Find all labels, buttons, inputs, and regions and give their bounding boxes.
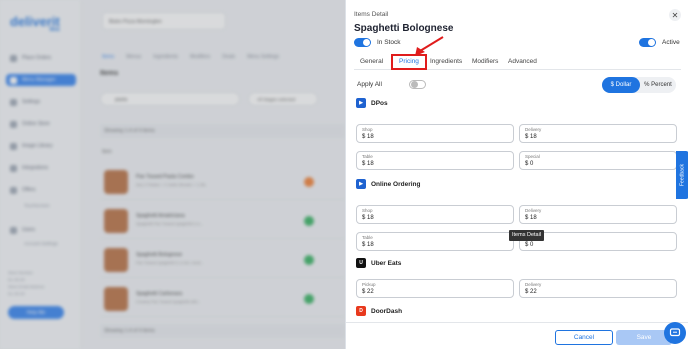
tab-general[interactable]: General [360, 58, 383, 65]
online-delivery-field[interactable]: Delivery $ 18 [519, 205, 677, 224]
apply-all-label: Apply All [357, 81, 382, 88]
chat-button[interactable] [664, 322, 686, 344]
section-online-ordering: ▶ Online Ordering [356, 179, 420, 189]
uber-eats-icon: U [356, 258, 366, 268]
chat-icon [669, 328, 681, 337]
tab-modifiers[interactable]: Modifiers [472, 58, 498, 65]
dpos-shop-field[interactable]: Shop $ 18 [356, 124, 514, 143]
item-title: Spaghetti Bolognese [354, 23, 454, 34]
dpos-icon: ▶ [356, 98, 366, 108]
modal-backdrop[interactable] [0, 0, 345, 349]
item-detail-drawer: Items Detail Spaghetti Bolognese ✕ In St… [345, 0, 688, 349]
uber-pickup-field[interactable]: Pickup $ 22 [356, 279, 514, 298]
in-stock-toggle[interactable] [354, 38, 371, 47]
online-ordering-icon: ▶ [356, 179, 366, 189]
close-icon: ✕ [671, 10, 679, 20]
dpos-table-field[interactable]: Table $ 18 [356, 151, 514, 170]
dollar-option[interactable]: $ Dollar [602, 77, 640, 93]
section-doordash: D DoorDash [356, 306, 402, 316]
tooltip: Items Detail [509, 230, 545, 241]
active-toggle[interactable] [639, 38, 656, 47]
tab-advanced[interactable]: Advanced [508, 58, 537, 65]
tab-ingredients[interactable]: Ingredients [430, 58, 462, 65]
detail-tabs: General Pricing Ingredients Modifiers Ad… [354, 54, 681, 70]
section-dpos: ▶ DPos [356, 98, 388, 108]
cancel-button[interactable]: Cancel [555, 330, 613, 345]
highlight-box [391, 54, 427, 70]
dpos-special-field[interactable]: Special $ 0 [519, 151, 677, 170]
dpos-delivery-field[interactable]: Delivery $ 18 [519, 124, 677, 143]
online-shop-field[interactable]: Shop $ 18 [356, 205, 514, 224]
uber-delivery-field[interactable]: Delivery $ 22 [519, 279, 677, 298]
online-table-field[interactable]: Table $ 18 [356, 232, 514, 251]
in-stock-label: In Stock [377, 39, 401, 46]
drawer-footer: Cancel Save [346, 322, 688, 349]
price-type-toggle: $ Dollar % Percent [602, 77, 676, 93]
percent-option[interactable]: % Percent [640, 77, 676, 93]
drawer-label: Items Detail [354, 11, 389, 18]
close-button[interactable]: ✕ [669, 9, 681, 21]
feedback-tab[interactable]: Feedback [676, 151, 688, 199]
apply-all-toggle[interactable] [409, 80, 426, 89]
doordash-icon: D [356, 306, 366, 316]
section-uber-eats: U Uber Eats [356, 258, 401, 268]
active-label: Active [662, 39, 680, 46]
